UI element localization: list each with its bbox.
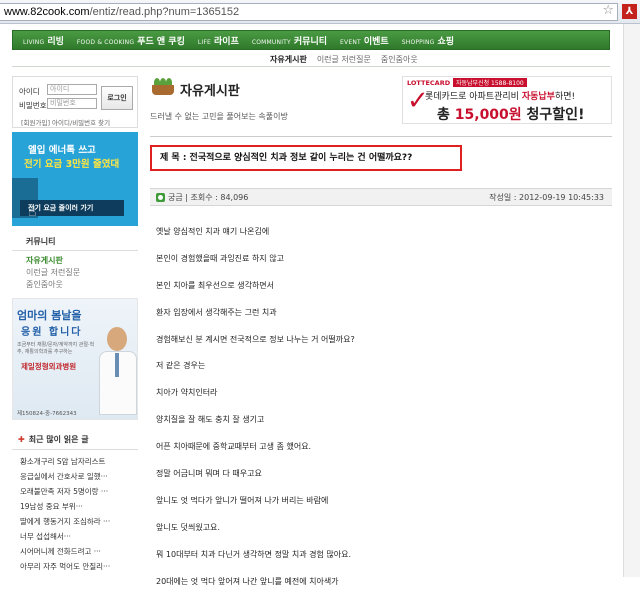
post-author-views: 궁금 | 조회수 : 84,096 <box>168 193 249 202</box>
doctor-photo <box>97 321 137 415</box>
popular-item[interactable]: 응급실에서 간호사로 일했··· <box>20 469 138 484</box>
popular-item[interactable]: 아무리 자주 먹어도 안질리··· <box>20 559 138 574</box>
browser-address-bar: www.82cook.com/entiz/read.php?num=136515… <box>0 0 640 24</box>
login-button[interactable]: 로그인 <box>101 86 133 110</box>
subnav-zoom[interactable]: 줌인줌아웃 <box>381 54 418 65</box>
post-line: 뭐 10대부터 치과 다닌거 생각하면 정말 치과 경험 많아요. <box>156 549 351 559</box>
clinic-banner-footer: 제150824-중-7662343 <box>17 411 77 417</box>
board-title: 자유게시판 <box>180 84 240 99</box>
post-line: 앞니도 엇 먹다가 앞니가 떨어져 나가 버리는 바람에 <box>156 495 329 505</box>
community-item-qa[interactable]: 이런글 저런질문 <box>26 267 138 279</box>
lottecard-ad[interactable]: LOTTECARD 자동납부신청 1588-8100 ✓ 롯데카드로 아파트관리… <box>402 76 612 124</box>
acrobat-icon[interactable]: ⅄ <box>622 4 637 19</box>
post-body: 옛날 양심적인 치과 얘기 나온김에 본인이 경험했을때 과잉진료 하지 않고 … <box>156 227 606 603</box>
post-line: 옛날 양심적인 치과 얘기 나온김에 <box>156 227 270 236</box>
popular-item[interactable]: 딸에게 행동거지 조심하라 ··· <box>20 514 138 529</box>
bookmark-star-icon[interactable]: ☆ <box>602 3 614 18</box>
url-field[interactable]: www.82cook.com/entiz/read.php?num=136515… <box>0 3 618 21</box>
url-host: www.82cook.com <box>4 6 90 18</box>
clinic-banner[interactable]: 엄마의 봄날을 응원 합니다 조금부터 재활/문자/계약까지 관절·척추, 재활… <box>12 298 138 420</box>
energy-banner-line1: 엘입 에너톡 쓰고 <box>28 145 96 156</box>
community-item-zoom[interactable]: 줌인줌아웃 <box>26 279 138 291</box>
cursor-icon: ☝ <box>28 204 37 220</box>
post-line: 본인 치아를 최우선으로 생각하면서 <box>156 280 275 290</box>
popular-title: ✚ 최근 많이 읽은 글 <box>12 434 138 450</box>
popular-item[interactable]: 황소개구리 S암 남자리스트 <box>20 454 138 469</box>
post-line: 환자 입장에서 생각해주는 그런 치과 <box>156 307 277 317</box>
popular-item[interactable]: 오래불만족 저자 5명이랑 ··· <box>20 484 138 499</box>
password-label: 비밀번호 <box>19 101 47 110</box>
nav-community[interactable]: COMMUNITY 커뮤니티 <box>252 34 327 47</box>
password-input[interactable]: 비밀번호 <box>47 98 97 109</box>
post-line: 치아가 약치인터라 <box>156 388 218 398</box>
post-line: 앞니도 덧씌웠고요. <box>156 522 220 532</box>
community-title: 커뮤니티 <box>12 236 138 251</box>
popular-item[interactable]: 시어머니께 전화드려고 ··· <box>20 544 138 559</box>
author-icon <box>156 193 165 202</box>
popular-item[interactable]: 19남성 중요 부위··· <box>20 499 138 514</box>
nav-living[interactable]: LIVING 리빙 <box>23 34 64 47</box>
popular-item[interactable]: 너무 섭섭해서··· <box>20 529 138 544</box>
main-nav: LIVING 리빙 FOOD & COOKING 푸드 앤 쿠킹 LIFE 라이프 C… <box>12 30 610 50</box>
post-line: 어픈 치아때문에 중학교때부터 고생 좀 했어요. <box>156 442 312 452</box>
ad-line3: 총 15,000원 청구할인! <box>437 107 585 123</box>
clinic-banner-line2: 응원 합니다 <box>21 327 83 338</box>
login-links[interactable]: [회원가입] 아이디/비밀번호 찾기 <box>21 117 110 127</box>
bullet-icon: ✚ <box>18 435 25 444</box>
nav-food-cooking[interactable]: FOOD & COOKING 푸드 앤 쿠킹 <box>77 34 185 47</box>
scrollbar[interactable] <box>623 24 640 577</box>
id-label: 아이디 <box>19 87 40 96</box>
flowerpot-icon <box>150 78 176 96</box>
nav-event[interactable]: EVENT 이벤트 <box>340 34 389 47</box>
subnav-free-board[interactable]: 자유게시판 <box>270 54 307 65</box>
nav-shopping[interactable]: SHOPPING 쇼핑 <box>402 34 454 47</box>
popular-posts: ✚ 최근 많이 읽은 글 황소개구리 S암 남자리스트 응급실에서 간호사로 일했… <box>12 434 138 574</box>
post-meta: 궁금 | 조회수 : 84,096 작성일 : 2012-09-19 10:45… <box>150 188 612 206</box>
clinic-banner-name: 제일정형외과병원 <box>21 362 77 371</box>
community-item-free-board[interactable]: 자유게시판 <box>26 255 138 267</box>
energy-banner-line2: 전기 요금 3만원 줄였대 <box>24 159 120 170</box>
energy-banner[interactable]: 엘입 에너톡 쓰고 전기 요금 3만원 줄였대 전기 요금 줄이러 가기 ☝ <box>12 132 138 226</box>
post-line: 본인이 경험했을때 과잉진료 하지 않고 <box>156 253 284 263</box>
post-line: 20대에는 엇 먹다 앞어져 나간 앞니를 예전에 치아색가 <box>156 576 339 586</box>
clinic-banner-line3: 조금부터 재활/문자/계약까지 관절·척추, 재활의학과를 추구하는 <box>17 342 95 355</box>
divider <box>150 136 612 137</box>
post-line: 정말 어금니며 뭐며 다 때우고요 <box>156 469 262 479</box>
post-subject: 제 목 : 전국적으로 양심적인 치과 정보 같이 누리는 건 어떨까요?? <box>150 145 462 171</box>
id-input[interactable]: 아이디 <box>47 84 97 95</box>
ad-line2: 롯데카드로 아파트관리비 자동납부하면! <box>425 92 576 102</box>
nav-life[interactable]: LIFE 라이프 <box>198 34 239 47</box>
post-line: 양치질을 잘 해도 충치 잘 생기고 <box>156 415 265 425</box>
ad-tag: 자동납부신청 1588-8100 <box>453 78 527 87</box>
community-menu: 커뮤니티 자유게시판 이런글 저런질문 줌인줌아웃 <box>12 236 138 291</box>
post-line: 저 같은 경우는 <box>156 361 206 371</box>
board-subtitle: 드러낼 수 없는 고민을 풀어보는 속풀이방 <box>150 112 288 121</box>
sub-nav: 자유게시판 이런글 저런질문 줌인줌아웃 <box>12 51 610 67</box>
login-box: 아이디 아이디 비밀번호 비밀번호 로그인 [회원가입] 아이디/비밀번호 찾기 <box>12 76 138 128</box>
url-path: /entiz/read.php?num=1365152 <box>89 6 240 18</box>
clinic-banner-line1: 엄마의 봄날을 <box>17 309 82 322</box>
post-date: 작성일 : 2012-09-19 10:45:33 <box>489 193 604 202</box>
subnav-qa[interactable]: 이런글 저런질문 <box>317 54 371 65</box>
post-line: 경험해보신 분 계시면 전국적으로 정보 나누는 거 어떨까요? <box>156 334 355 344</box>
